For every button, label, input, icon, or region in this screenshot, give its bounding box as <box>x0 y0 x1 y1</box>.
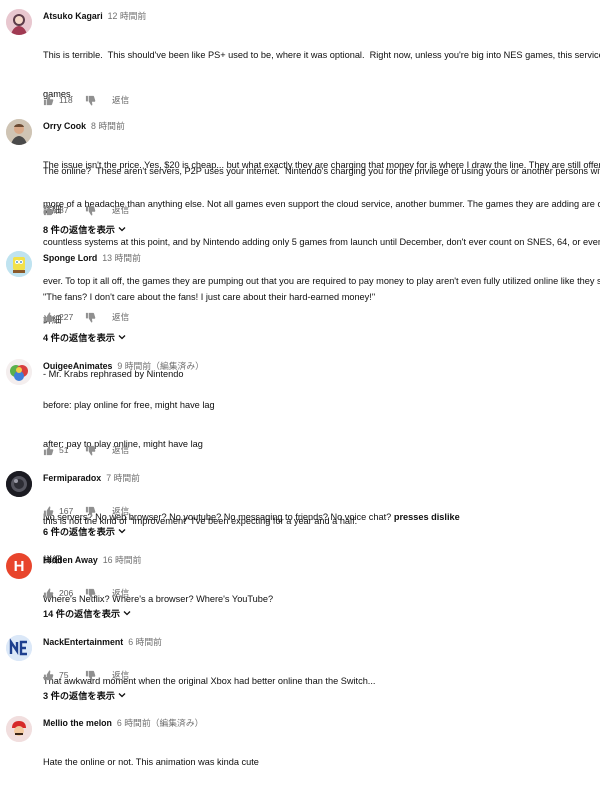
view-replies-label: 6 件の返信を表示 <box>43 527 115 537</box>
avatar[interactable] <box>6 471 32 497</box>
comment-text: Hate the online or not. This animation w… <box>43 730 600 795</box>
reply-button[interactable]: 返信 <box>112 444 129 456</box>
comment-time[interactable]: 8 時間前 <box>91 121 125 131</box>
chevron-down-icon <box>118 226 126 232</box>
comment-line: Hate the online or not. This animation w… <box>43 756 259 767</box>
thumb-down-icon[interactable] <box>85 506 96 517</box>
comment-actions: 51 返信 <box>43 443 129 457</box>
chevron-down-icon <box>118 692 126 698</box>
view-replies-button[interactable]: 4 件の返信を表示 <box>43 330 126 344</box>
view-replies-button[interactable]: 14 件の返信を表示 <box>43 606 131 620</box>
comment-time[interactable]: 6 時間前 <box>128 637 162 647</box>
comment-author[interactable]: Fermiparadox <box>43 473 101 483</box>
comment-time[interactable]: 13 時間前 <box>102 253 141 263</box>
like-count: 167 <box>59 506 74 516</box>
comment-line: "The fans? I don't care about the fans! … <box>43 291 376 302</box>
comment-line: before: play online for free, might have… <box>43 399 215 410</box>
reply-button[interactable]: 返信 <box>112 94 129 106</box>
avatar[interactable] <box>6 716 32 742</box>
view-replies-label: 4 件の返信を表示 <box>43 333 115 343</box>
like-count: 227 <box>59 312 74 322</box>
comment-actions: 75 返信 <box>43 668 129 682</box>
reply-button[interactable]: 返信 <box>112 505 129 517</box>
comment-header: Hidden Away 16 時間前 <box>43 553 600 567</box>
thumb-down-icon[interactable] <box>85 670 96 681</box>
thumb-down-icon[interactable] <box>85 95 96 106</box>
view-replies-button[interactable]: 3 件の返信を表示 <box>43 688 126 702</box>
comment-header: NackEntertainment 6 時間前 <box>43 635 600 649</box>
thumb-down-icon[interactable] <box>85 312 96 323</box>
comment-line <box>43 330 600 343</box>
comment-actions: 87 返信 <box>43 203 129 217</box>
thumb-up-icon[interactable] <box>43 95 54 106</box>
comment-author[interactable]: NackEntertainment <box>43 637 123 647</box>
like-count: 206 <box>59 588 74 598</box>
chevron-down-icon <box>118 528 126 534</box>
comment-line: The issue isn't the price. Yes, $20 is c… <box>43 159 600 170</box>
thumb-up-icon[interactable] <box>43 670 54 681</box>
avatar[interactable] <box>6 9 32 35</box>
comment-author[interactable]: Atsuko Kagari <box>43 11 103 21</box>
avatar[interactable] <box>6 251 32 277</box>
view-replies-button[interactable]: 8 件の返信を表示 <box>43 222 126 236</box>
comment-time[interactable]: 16 時間前 <box>103 555 142 565</box>
comment-header: Mellio the melon 6 時間前（編集済み） <box>43 716 600 730</box>
comment-time[interactable]: 7 時間前 <box>106 473 140 483</box>
avatar[interactable]: H <box>6 553 32 579</box>
comment-time[interactable]: 6 時間前（編集済み） <box>117 718 204 728</box>
comment-author[interactable]: Hidden Away <box>43 555 98 565</box>
comment-actions: 167 返信 <box>43 504 129 518</box>
thumb-up-icon[interactable] <box>43 506 54 517</box>
comment-author[interactable]: Sponge Lord <box>43 253 97 263</box>
avatar[interactable] <box>6 359 32 385</box>
comment-time[interactable]: 12 時間前 <box>108 11 147 21</box>
thumb-up-icon[interactable] <box>43 445 54 456</box>
reply-button[interactable]: 返信 <box>112 204 129 216</box>
comment-text-bold: presses dislike <box>393 511 460 522</box>
thumb-up-icon[interactable] <box>43 588 54 599</box>
thumb-down-icon[interactable] <box>85 445 96 456</box>
view-replies-label: 3 件の返信を表示 <box>43 691 115 701</box>
comment-line: countless systems at this point, and by … <box>43 237 600 248</box>
chevron-down-icon <box>118 334 126 340</box>
comment-line: This is terrible. This should've been li… <box>43 49 600 60</box>
like-count: 87 <box>59 205 69 215</box>
reply-button[interactable]: 返信 <box>112 311 129 323</box>
comment-actions: 118 返信 <box>43 93 129 107</box>
comment-header: Fermiparadox 7 時間前 <box>43 471 600 485</box>
avatar[interactable] <box>6 635 32 661</box>
like-count: 51 <box>59 445 69 455</box>
chevron-down-icon <box>123 610 131 616</box>
thumb-up-icon[interactable] <box>43 312 54 323</box>
reply-button[interactable]: 返信 <box>112 669 129 681</box>
comment-header: OuigeeAnimates 9 時間前（編集済み） <box>43 359 600 373</box>
comment-author[interactable]: Orry Cook <box>43 121 86 131</box>
view-replies-label: 14 件の返信を表示 <box>43 609 121 619</box>
like-count: 75 <box>59 670 69 680</box>
comment-author[interactable]: OuigeeAnimates <box>43 361 112 371</box>
comment-header: Atsuko Kagari 12 時間前 <box>43 9 600 23</box>
comment-actions: 206 返信 <box>43 586 129 600</box>
thumb-up-icon[interactable] <box>43 205 54 216</box>
comment-header: Sponge Lord 13 時間前 <box>43 251 600 265</box>
avatar[interactable] <box>6 119 32 145</box>
thumb-down-icon[interactable] <box>85 205 96 216</box>
like-count: 118 <box>59 95 73 105</box>
comment-actions: 227 返信 <box>43 310 129 324</box>
view-replies-button[interactable]: 6 件の返信を表示 <box>43 524 126 538</box>
view-replies-label: 8 件の返信を表示 <box>43 225 115 235</box>
reply-button[interactable]: 返信 <box>112 587 129 599</box>
comment-time[interactable]: 9 時間前（編集済み） <box>117 361 204 371</box>
comment-header: Orry Cook 8 時間前 <box>43 119 600 133</box>
thumb-down-icon[interactable] <box>85 588 96 599</box>
comment-author[interactable]: Mellio the melon <box>43 718 112 728</box>
